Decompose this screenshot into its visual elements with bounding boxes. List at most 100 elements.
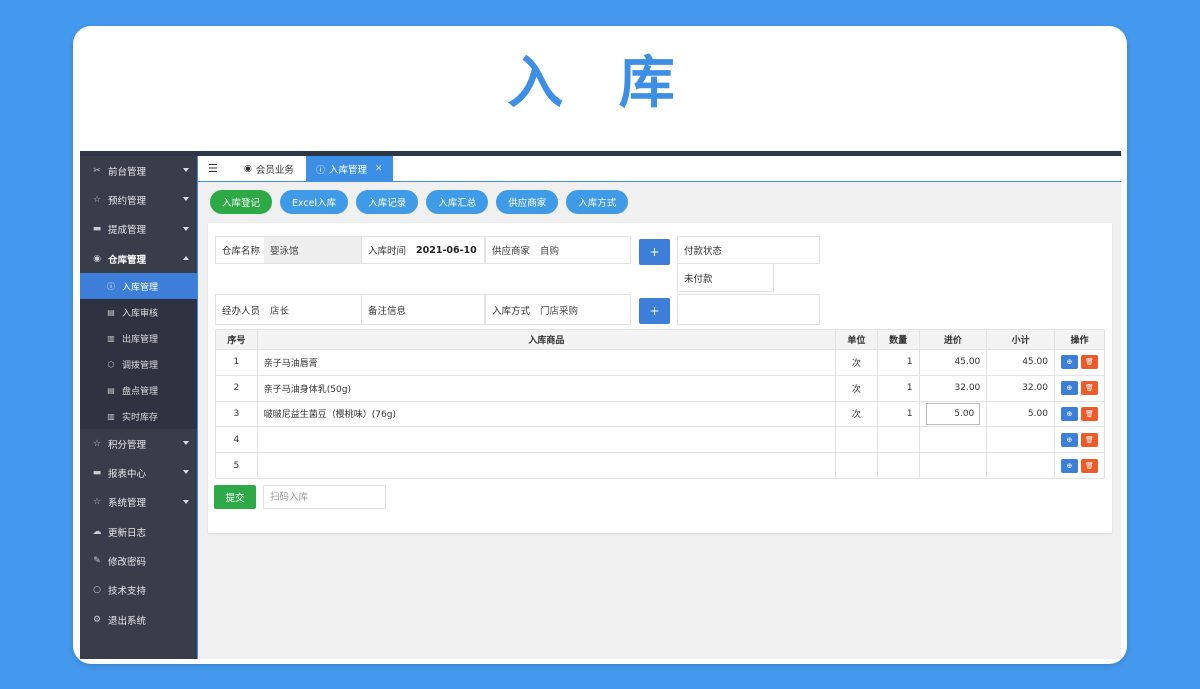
cell-price[interactable]: 32.00 — [918, 374, 988, 402]
sidebar-subitem-label: 实时库存 — [122, 412, 159, 423]
payment-status-select[interactable]: 未付款 — [677, 264, 774, 292]
cube-icon: ⬡ — [107, 359, 115, 369]
trash-icon[interactable]: 🗑 — [1080, 406, 1098, 421]
table-icon: ▤ — [107, 307, 115, 317]
sidebar-subitem-inventory-check[interactable]: ▤ 盘点管理 — [80, 377, 197, 403]
cell-qty[interactable]: 1 — [876, 374, 920, 402]
caret-down-icon — [183, 441, 189, 446]
scan-barcode-input[interactable] — [263, 485, 386, 509]
sidebar-subitem-label: 入库审核 — [122, 308, 159, 319]
action-toolbar: 入库登记 Excel入库 入库记录 入库汇总 供应商家 入库方式 — [210, 190, 629, 214]
sidebar-item-reports[interactable]: ▬ 报表中心 — [80, 458, 197, 487]
table-row: 5 ⊕ 🗑 — [215, 452, 1106, 479]
suppliers-button[interactable]: 供应商家 — [496, 190, 559, 214]
cell-no: 5 — [215, 452, 258, 479]
sidebar-item-label: 仓库管理 — [108, 254, 147, 266]
stock-in-records-button[interactable]: 入库记录 — [356, 190, 419, 214]
cell-price[interactable] — [918, 426, 988, 454]
remark-field: 备注信息 — [361, 294, 485, 325]
caret-down-icon — [183, 226, 189, 231]
tab-stock-in[interactable]: ⓘ 入库管理 ✕ — [306, 156, 393, 182]
cell-product[interactable]: 啵啵尼益生菌豆（樱桃味）(76g) — [256, 400, 837, 428]
sidebar-subitem-label: 入库管理 — [122, 282, 159, 293]
trash-icon[interactable]: 🗑 — [1080, 458, 1098, 473]
dashboard-icon: ◉ — [244, 164, 252, 174]
sidebar-item-logout[interactable]: ⚙ 退出系统 — [80, 605, 197, 634]
cell-price-editing[interactable]: 5.00 — [918, 400, 988, 428]
close-icon[interactable]: ✕ — [375, 164, 383, 174]
add-row-icon[interactable]: ⊕ — [1060, 381, 1078, 396]
stock-in-time-value[interactable]: 2021-06-10 — [410, 237, 484, 263]
submit-button[interactable]: 提交 — [214, 485, 256, 509]
supplier-value[interactable]: 自购 — [534, 237, 630, 263]
menu-toggle-icon[interactable]: ☰ — [208, 163, 222, 175]
cell-actions: ⊕ 🗑 — [1053, 426, 1106, 454]
sidebar-item-booking[interactable]: ☆ 预约管理 — [80, 185, 197, 214]
cell-price[interactable] — [918, 452, 988, 479]
price-input[interactable]: 5.00 — [925, 402, 981, 425]
tab-label: 入库管理 — [329, 165, 368, 176]
star-icon: ☆ — [92, 497, 102, 508]
add-row-icon[interactable]: ⊕ — [1060, 458, 1078, 473]
sidebar-subitem-stock-in[interactable]: ⓘ 入库管理 — [80, 273, 197, 300]
sidebar-item-system[interactable]: ☆ 系统管理 — [80, 488, 197, 517]
warehouse-value[interactable]: 婴泳馆 — [264, 237, 362, 263]
payment-status-label: 付款状态 — [684, 246, 723, 257]
add-supplier-button[interactable]: + — [639, 239, 670, 265]
sidebar-item-front-desk[interactable]: ✂ 前台管理 — [80, 156, 197, 185]
tools-icon: ✂ — [93, 165, 101, 176]
cell-no: 2 — [215, 374, 258, 402]
stock-in-time-label: 入库时间 — [368, 246, 407, 257]
cell-qty[interactable] — [876, 452, 920, 479]
trash-icon[interactable]: 🗑 — [1080, 432, 1098, 447]
sidebar-item-support[interactable]: ○ 技术支持 — [80, 576, 197, 605]
table-row: 2 亲子马油身体乳(50g) 次 1 32.00 32.00 ⊕ 🗑 — [215, 374, 1106, 402]
sidebar-item-warehouse[interactable]: ◉ 仓库管理 — [80, 244, 197, 273]
sidebar-subitem-label: 盘点管理 — [122, 386, 159, 397]
cell-qty[interactable]: 1 — [876, 349, 920, 376]
sidebar-subitem-realtime-stock[interactable]: ▥ 实时库存 — [80, 403, 197, 429]
cell-qty[interactable]: 1 — [876, 400, 920, 428]
cell-unit: 次 — [835, 374, 878, 402]
sidebar-subitem-transfer[interactable]: ⬡ 调拨管理 — [80, 351, 197, 377]
cell-product[interactable]: 亲子马油唇膏 — [256, 349, 837, 376]
stock-in-method-value[interactable]: 门店采购 — [534, 295, 630, 324]
column-header-unit: 单位 — [835, 329, 878, 350]
stock-in-methods-button[interactable]: 入库方式 — [566, 190, 629, 214]
trash-icon[interactable]: 🗑 — [1080, 355, 1098, 370]
star-icon: ☆ — [92, 438, 102, 449]
clipboard-icon: ▥ — [107, 411, 115, 421]
table-header-row: 序号 入库商品 单位 数量 进价 小计 操作 — [215, 329, 1106, 350]
sidebar-subitem-stock-out[interactable]: ▥ 出库管理 — [80, 325, 197, 351]
cell-product[interactable] — [256, 426, 837, 454]
cell-product[interactable]: 亲子马油身体乳(50g) — [256, 374, 837, 402]
items-table: 序号 入库商品 单位 数量 进价 小计 操作 1 亲子马油唇膏 次 1 45.0… — [215, 329, 1106, 479]
add-method-button[interactable]: + — [639, 298, 670, 324]
app-window: ✂ 前台管理 ☆ 预约管理 ▬ 提成管理 ◉ 仓库管理 ⓘ 入库管理 ▤ 入库审… — [80, 151, 1121, 659]
main-area: ☰ ◉ 会员业务 ⓘ 入库管理 ✕ 入库登记 Excel入库 入库记录 入库汇总… — [197, 156, 1121, 659]
sidebar-item-label: 技术支持 — [108, 586, 147, 598]
tab-label: 会员业务 — [255, 165, 294, 176]
stock-in-panel: 仓库名称 婴泳馆 入库时间 2021-06-10 供应商家 自购 + 付款状态 … — [208, 223, 1112, 533]
excel-import-button[interactable]: Excel入库 — [280, 190, 349, 214]
add-row-icon[interactable]: ⊕ — [1060, 355, 1078, 370]
add-row-icon[interactable]: ⊕ — [1060, 432, 1078, 447]
tab-member-business[interactable]: ◉ 会员业务 — [234, 156, 304, 182]
remark-value[interactable] — [410, 295, 484, 324]
sidebar-subitem-stock-in-review[interactable]: ▤ 入库审核 — [80, 299, 197, 325]
stock-in-summary-button[interactable]: 入库汇总 — [426, 190, 489, 214]
handler-value[interactable]: 店长 — [264, 295, 362, 324]
cell-qty[interactable] — [876, 426, 920, 454]
add-row-icon[interactable]: ⊕ — [1060, 406, 1078, 421]
sidebar-item-points[interactable]: ☆ 积分管理 — [80, 429, 197, 458]
cell-actions: ⊕ 🗑 — [1053, 349, 1106, 376]
trash-icon[interactable]: 🗑 — [1080, 381, 1098, 396]
sidebar-item-changelog[interactable]: ☁ 更新日志 — [80, 517, 197, 546]
cell-product[interactable] — [256, 452, 837, 479]
cell-price[interactable]: 45.00 — [918, 349, 988, 376]
stock-in-register-button[interactable]: 入库登记 — [210, 190, 273, 214]
sidebar-item-commission[interactable]: ▬ 提成管理 — [80, 215, 197, 244]
sidebar-item-change-password[interactable]: ✎ 修改密码 — [80, 546, 197, 575]
cell-actions: ⊕ 🗑 — [1053, 452, 1106, 479]
cell-no: 4 — [215, 426, 258, 454]
